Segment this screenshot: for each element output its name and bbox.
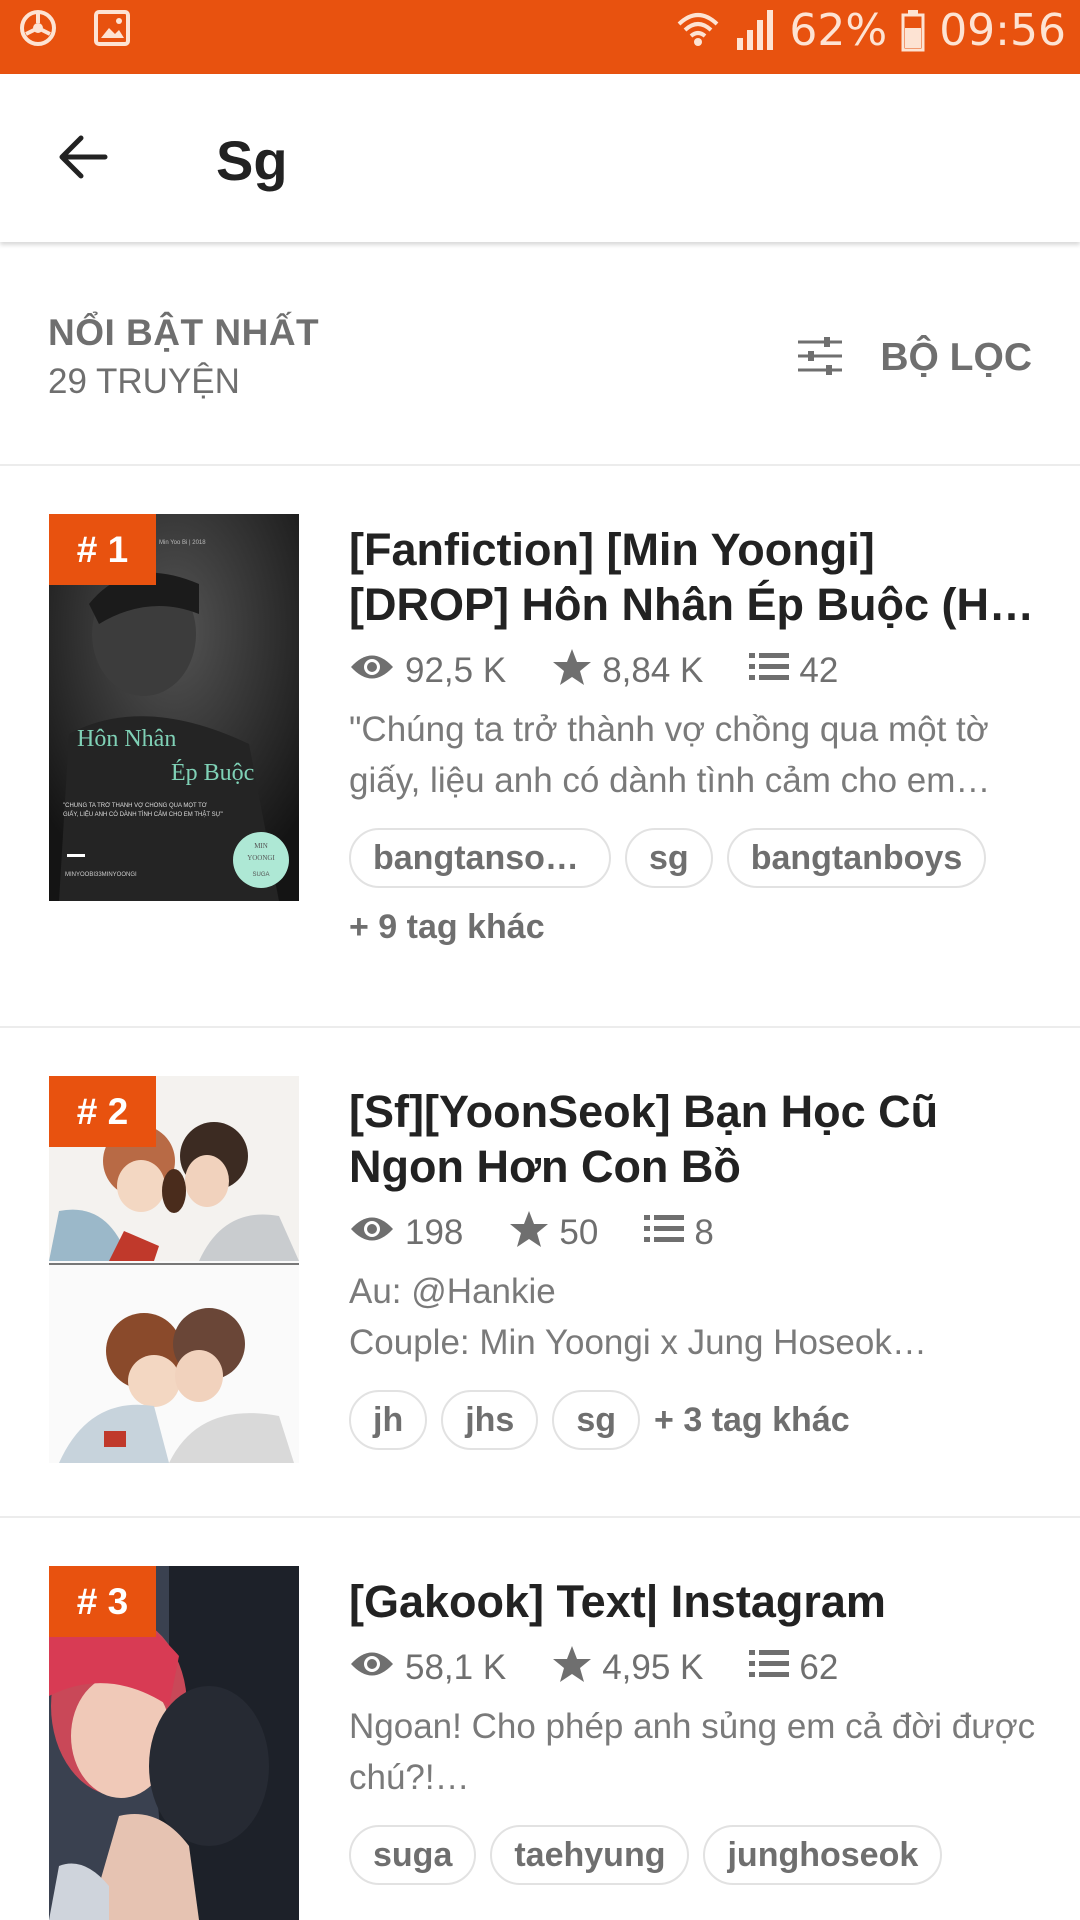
rank-badge: # 1 bbox=[49, 514, 156, 585]
description-author: Au: @Hankie bbox=[349, 1272, 556, 1311]
app-notification-icon bbox=[18, 8, 58, 48]
cover-badge-line-3: SUGA bbox=[252, 872, 269, 878]
rank-badge: # 3 bbox=[49, 1566, 156, 1637]
story-stats: 92,5 K 8,84 K 42 bbox=[349, 646, 1040, 696]
more-tags-link[interactable]: + 3 tag khác bbox=[654, 1401, 850, 1440]
cover-top-line: Min Yoo Bi | 2018 bbox=[159, 540, 206, 546]
signal-icon bbox=[735, 8, 775, 52]
story-description: "Chúng ta trở thành vợ chồng qua một tờ … bbox=[349, 710, 991, 800]
list-icon bbox=[749, 1648, 790, 1689]
story-item[interactable]: # 3 [Gakook] Text| Instagram 58,1 K 4,95… bbox=[0, 1518, 1080, 1920]
battery-percent: 62% bbox=[789, 4, 888, 56]
tag-chip[interactable]: junghoseok bbox=[703, 1825, 943, 1885]
story-item[interactable]: # 1 Min Yoo Bi | 2018 Hôn Nhân Ép Buộc "… bbox=[0, 466, 1080, 1028]
clock: 09:56 bbox=[939, 4, 1066, 56]
part-count: 62 bbox=[799, 1648, 839, 1687]
more-tags-link[interactable]: + 9 tag khác bbox=[349, 908, 1040, 947]
sliders-icon bbox=[796, 336, 844, 381]
cover-title-line-2: Ép Buộc bbox=[171, 760, 254, 786]
tag-chip[interactable]: jhs bbox=[441, 1390, 539, 1450]
page-title: Sg bbox=[216, 129, 288, 192]
app-bar: Sg bbox=[0, 74, 1080, 242]
read-count: 92,5 K bbox=[405, 651, 507, 690]
tag-chip[interactable]: suga bbox=[349, 1825, 477, 1885]
story-description: Au: @Hankie Couple: Min Yoongi x Jung Ho… bbox=[349, 1266, 1040, 1368]
status-bar: 62% 09:56 bbox=[0, 0, 1080, 74]
tag-chip[interactable]: sg bbox=[625, 828, 713, 888]
vote-count: 4,95 K bbox=[602, 1648, 704, 1687]
read-count: 198 bbox=[405, 1213, 464, 1252]
wifi-icon bbox=[675, 8, 721, 52]
tag-chip[interactable]: taehyung bbox=[490, 1825, 690, 1885]
vote-count: 50 bbox=[559, 1213, 599, 1252]
story-title[interactable]: [Gakook] Text| Instagram bbox=[349, 1574, 1040, 1629]
star-icon bbox=[509, 1210, 549, 1257]
battery-icon bbox=[901, 8, 925, 52]
part-count: 42 bbox=[799, 651, 839, 690]
tag-chip[interactable]: jh bbox=[349, 1390, 428, 1450]
read-count: 58,1 K bbox=[405, 1648, 507, 1687]
tag-list: bangtanso… sg bangtanboys bbox=[349, 828, 1040, 888]
cover-badge-line-1: MIN bbox=[254, 842, 268, 850]
gallery-notification-icon bbox=[92, 8, 132, 48]
tag-chip[interactable]: bangtanboys bbox=[726, 828, 987, 888]
story-description: Ngoan! Cho phép anh sủng em cả đời được … bbox=[349, 1707, 1036, 1797]
cover-badge-line-2: YOONGI bbox=[247, 854, 275, 862]
tag-chip[interactable]: sg bbox=[552, 1390, 641, 1450]
story-stats: 58,1 K 4,95 K 62 bbox=[349, 1643, 1040, 1693]
tag-list: suga taehyung junghoseok bbox=[349, 1825, 1040, 1885]
list-icon bbox=[749, 651, 790, 692]
cover-title-line-1: Hôn Nhân bbox=[77, 726, 176, 752]
rank-badge: # 2 bbox=[49, 1076, 156, 1147]
filter-label: BỘ LỌC bbox=[880, 336, 1032, 379]
list-header: NỔI BẬT NHẤT 29 TRUYỆN BỘ LỌC bbox=[0, 242, 1080, 466]
cover-quote: "CHÚNG TA TRỞ THÀNH VỢ CHỒNG QUA MỘT TỜ … bbox=[63, 803, 223, 818]
back-button[interactable] bbox=[48, 124, 118, 194]
cover-author: MINYOOBI33MINYOONGI bbox=[65, 872, 137, 878]
story-title[interactable]: [Sf][YoonSeok] Bạn Học Cũ Ngon Hơn Con B… bbox=[349, 1084, 1040, 1194]
star-icon bbox=[552, 648, 592, 695]
part-count: 8 bbox=[694, 1213, 714, 1252]
eye-icon bbox=[349, 1213, 395, 1253]
story-stats: 198 50 8 bbox=[349, 1208, 1040, 1258]
list-icon bbox=[644, 1213, 685, 1254]
eye-icon bbox=[349, 1648, 395, 1688]
result-count: 29 TRUYỆN bbox=[48, 362, 240, 401]
eye-icon bbox=[349, 651, 395, 691]
sort-label: NỔI BẬT NHẤT bbox=[48, 312, 320, 353]
story-item[interactable]: # 2 [Sf][YoonSeok] Bạn Học Cũ Ngon Hơn C… bbox=[0, 1028, 1080, 1518]
filter-button[interactable]: BỘ LỌC bbox=[796, 328, 1032, 388]
description-couple: Couple: Min Yoongi x Jung Hoseok… bbox=[349, 1323, 927, 1362]
story-title[interactable]: [Fanfiction] [Min Yoongi] [DROP] Hôn Nhâ… bbox=[349, 522, 1040, 632]
arrow-left-icon bbox=[57, 133, 109, 186]
tag-chip[interactable]: bangtanso… bbox=[349, 828, 611, 888]
tag-list: jh jhs sg + 3 tag khác bbox=[349, 1390, 1040, 1450]
star-icon bbox=[552, 1645, 592, 1692]
vote-count: 8,84 K bbox=[602, 651, 704, 690]
